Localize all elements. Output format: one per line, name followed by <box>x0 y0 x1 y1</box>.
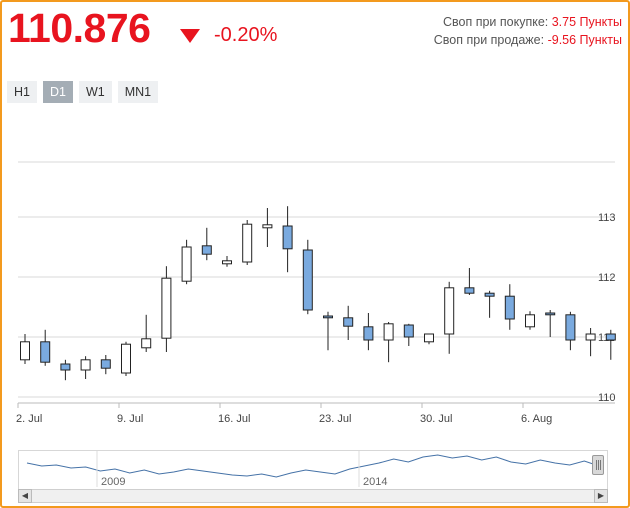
candle-body <box>121 343 131 374</box>
candle-body <box>403 324 414 338</box>
candle-body <box>343 317 354 327</box>
candle <box>282 206 293 273</box>
candle <box>181 239 192 285</box>
swap-sell-value: -9.56 Пункты <box>547 33 622 47</box>
candle <box>464 268 475 295</box>
tab-w1[interactable]: W1 <box>78 81 112 103</box>
candle <box>565 311 576 351</box>
triangle-down-icon <box>180 29 200 43</box>
candle-body <box>100 359 111 369</box>
candle <box>201 227 212 261</box>
candle-body <box>302 249 313 311</box>
candle-body <box>504 295 515 320</box>
candle-body <box>201 245 212 255</box>
candle <box>403 323 414 346</box>
navigator-series-line <box>26 454 600 478</box>
candle-body <box>141 338 152 349</box>
candle <box>525 311 535 330</box>
candle-body <box>565 314 576 341</box>
x-tick-label: 16. Jul <box>218 413 250 425</box>
candle-body <box>545 312 556 316</box>
candle-body <box>262 224 273 229</box>
candle-body <box>444 287 455 335</box>
scrollbar-track[interactable] <box>18 489 608 503</box>
candle <box>424 333 434 345</box>
x-tick-label: 2. Jul <box>16 413 42 425</box>
candle-body <box>383 323 394 341</box>
scroll-left-arrow-icon[interactable]: ◀ <box>18 489 32 503</box>
candle <box>302 239 313 315</box>
candle-body <box>20 341 30 361</box>
candle <box>121 341 131 376</box>
candle-body <box>242 223 253 263</box>
candle <box>222 256 232 267</box>
candle <box>40 329 51 366</box>
x-tick-label: 6. Aug <box>521 413 552 425</box>
candle-body <box>222 260 232 265</box>
candle-body <box>161 277 172 339</box>
navigator-label-2009: 2009 <box>101 476 125 488</box>
candle <box>60 359 71 381</box>
scroll-right-arrow-icon[interactable]: ▶ <box>594 489 608 503</box>
x-tick-label: 23. Jul <box>319 413 351 425</box>
navigator-label-2014: 2014 <box>363 476 387 488</box>
candle-body <box>585 333 596 341</box>
candle <box>242 220 253 265</box>
candle <box>383 322 394 363</box>
tab-h1[interactable]: H1 <box>7 81 37 103</box>
price-change: -0.20% <box>214 24 278 46</box>
candle <box>262 208 273 247</box>
candle <box>545 310 556 337</box>
candle <box>141 314 152 352</box>
swap-sell-label: Своп при продаже: <box>433 33 545 47</box>
candle <box>444 281 455 354</box>
candle-body <box>424 333 434 343</box>
candle <box>605 329 616 360</box>
swap-buy: Своп при покупке: 3.75 Пункты <box>443 14 622 30</box>
navigator-handle[interactable] <box>592 455 604 475</box>
tab-d1[interactable]: D1 <box>42 81 73 103</box>
candle-body <box>484 292 495 297</box>
candle <box>100 355 111 375</box>
y-tick-label: 113 <box>598 212 616 224</box>
swap-buy-value: 3.75 Пункты <box>551 15 622 29</box>
candle-body <box>525 314 535 328</box>
current-price: 110.876 <box>8 5 151 51</box>
candle-body <box>181 246 192 282</box>
candle <box>161 266 172 352</box>
candle <box>80 356 91 379</box>
candle-body <box>464 287 475 294</box>
swap-buy-label: Своп при покупке: <box>442 15 549 29</box>
candle-body <box>323 315 333 319</box>
candle-body <box>282 225 293 250</box>
candle <box>504 284 515 330</box>
candle-body <box>363 326 374 341</box>
x-tick-label: 30. Jul <box>420 413 452 425</box>
swap-sell: Своп при продаже: -9.56 Пункты <box>434 32 622 48</box>
candle <box>484 290 495 318</box>
candle-body <box>60 363 71 371</box>
candle-body <box>605 333 616 341</box>
y-tick-label: 110 <box>598 392 616 404</box>
candle-body <box>40 341 51 363</box>
candle <box>343 305 354 340</box>
x-tick-label: 9. Jul <box>117 413 143 425</box>
candle <box>20 334 30 364</box>
timeframe-tabs: H1 D1 W1 MN1 <box>7 81 159 103</box>
candle <box>585 328 596 357</box>
candlestick-chart: 110111112113 2. Jul9. Jul16. Jul23. Jul3… <box>16 161 616 425</box>
candle <box>323 311 333 351</box>
y-tick-label: 112 <box>598 272 616 284</box>
candle <box>363 313 374 351</box>
tab-mn1[interactable]: MN1 <box>117 81 159 103</box>
candle-body <box>80 359 91 371</box>
